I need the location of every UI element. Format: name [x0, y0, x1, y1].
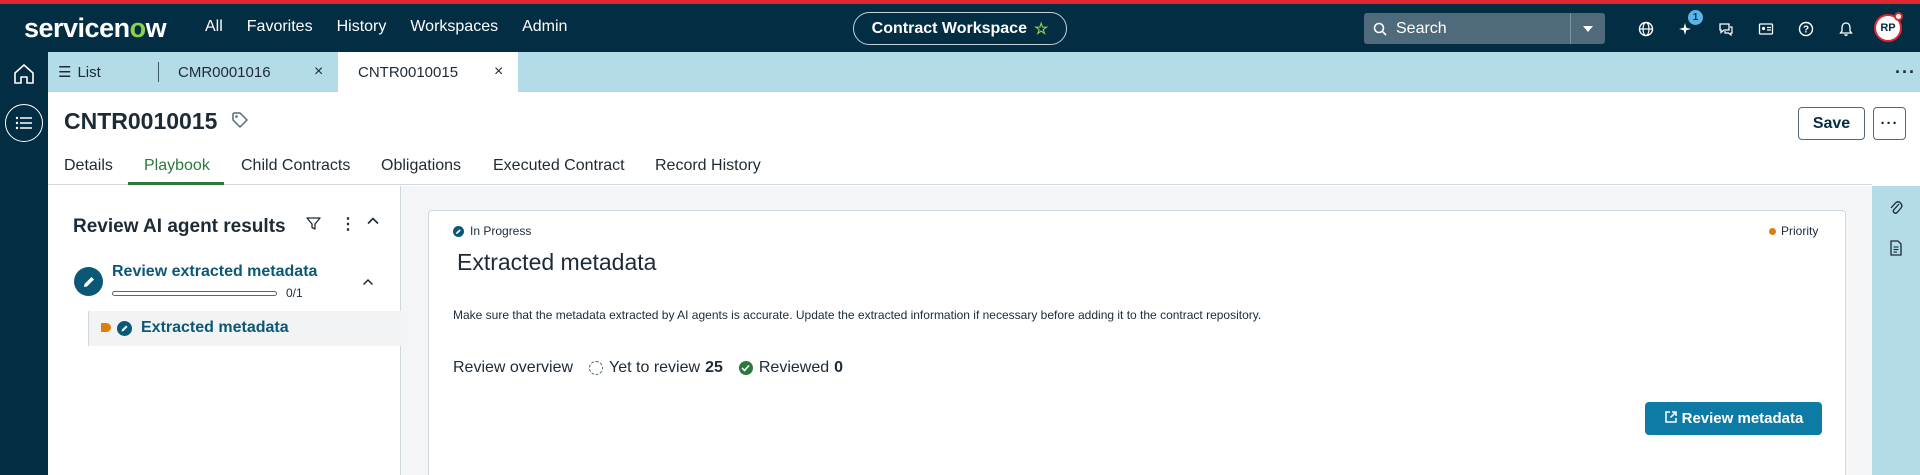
tab-playbook[interactable]: Playbook [144, 157, 210, 175]
record-subtabs: Details Playbook Child Contracts Obligat… [48, 155, 1872, 185]
nav-workspaces[interactable]: Workspaces [410, 18, 498, 36]
filter-icon[interactable] [306, 216, 321, 236]
check-circle-icon [738, 361, 753, 375]
top-navigation-bar: servicenow All Favorites History Workspa… [0, 0, 1920, 52]
close-icon[interactable]: × [494, 63, 503, 81]
global-search[interactable]: Search [1364, 13, 1605, 44]
top-icon-group: 1 ? [1626, 10, 1866, 41]
nav-admin[interactable]: Admin [522, 18, 567, 36]
chevron-up-icon[interactable] [362, 274, 374, 292]
save-button[interactable]: Save [1798, 107, 1865, 140]
workspace-switcher[interactable]: Contract Workspace ☆ [853, 12, 1067, 45]
notification-badge: 1 [1688, 10, 1703, 25]
task-card: In Progress Priority Extracted metadata … [428, 210, 1846, 475]
more-tabs-icon[interactable]: ··· [1895, 62, 1916, 83]
pending-icon [589, 361, 604, 375]
overview-label: Review overview [453, 359, 574, 376]
activity-progress-count: 0/1 [286, 286, 303, 300]
left-rail [0, 52, 48, 475]
chevron-up-icon[interactable] [366, 214, 380, 233]
svg-text:?: ? [1803, 25, 1809, 36]
activity-progress-bar [112, 291, 277, 296]
card-title: Extracted metadata [457, 249, 657, 275]
priority-dot-icon [1769, 227, 1776, 235]
nav-all[interactable]: All [205, 18, 223, 36]
search-scope-dropdown[interactable] [1570, 13, 1605, 44]
tab-divider [158, 62, 159, 82]
reviewed-number: 0 [834, 359, 844, 376]
presence-indicator [1894, 12, 1903, 21]
paperclip-icon[interactable] [1889, 200, 1903, 221]
pending-count: Yet to review 25 [589, 359, 723, 377]
tab-details[interactable]: Details [64, 157, 113, 175]
more-actions-button[interactable]: ··· [1873, 107, 1906, 140]
review-metadata-label: Review metadata [1681, 410, 1804, 427]
task-label: Extracted metadata [141, 319, 289, 336]
logo-text-service: servicen [24, 13, 130, 43]
list-menu-icon[interactable] [5, 104, 43, 142]
globe-icon[interactable] [1626, 17, 1666, 41]
chat-icon[interactable] [1706, 17, 1746, 41]
workspace-label: Contract Workspace [871, 19, 1027, 37]
reviewed-label: Reviewed [758, 359, 830, 376]
tab-executed-contract[interactable]: Executed Contract [493, 157, 625, 175]
card-description: Make sure that the metadata extracted by… [453, 308, 1262, 322]
nav-history[interactable]: History [337, 18, 387, 36]
bell-icon[interactable] [1826, 17, 1866, 41]
tab-obligations[interactable]: Obligations [381, 157, 461, 175]
review-overview: Review overview Yet to review 25 Reviewe… [453, 359, 843, 377]
activity-title[interactable]: Review extracted metadata [112, 263, 317, 281]
search-input[interactable]: Search [1396, 20, 1447, 38]
tab-label: CNTR0010015 [358, 63, 459, 81]
search-icon [1364, 22, 1396, 36]
active-tab-indicator [128, 182, 224, 185]
pending-label: Yet to review [609, 359, 701, 376]
help-icon[interactable]: ? [1786, 17, 1826, 41]
priority-label: Priority [1781, 224, 1819, 238]
caret-down-icon [1583, 25, 1593, 32]
tab-cmr0001016[interactable]: CMR0001016 [178, 52, 271, 92]
tab-record-history[interactable]: Record History [655, 157, 761, 175]
main-menu: All Favorites History Workspaces Admin [205, 18, 591, 36]
tag-icon[interactable] [231, 108, 249, 135]
playbook-panel: Review AI agent results ⋮ Review extract… [48, 186, 401, 475]
sparkle-icon[interactable]: 1 [1666, 10, 1706, 41]
record-title: CNTR0010015 [64, 108, 249, 135]
record-number: CNTR0010015 [64, 108, 218, 134]
star-icon[interactable]: ☆ [1034, 19, 1048, 39]
tab-label: CMR0001016 [178, 63, 271, 81]
logo-text-now: o [129, 13, 147, 43]
in-progress-icon [453, 225, 464, 237]
contact-card-icon[interactable] [1746, 17, 1786, 41]
document-icon[interactable] [1889, 240, 1903, 261]
right-side-rail [1872, 186, 1920, 475]
hamburger-icon: ☰ [58, 64, 72, 81]
tab-child-contracts[interactable]: Child Contracts [241, 157, 350, 175]
kebab-menu-icon[interactable]: ⋮ [340, 214, 356, 234]
close-icon[interactable]: × [314, 52, 323, 92]
record-tab-strip: ☰ List CMR0001016 × CNTR0010015 × ··· [48, 52, 1920, 92]
list-tab-label: List [77, 63, 101, 81]
nav-favorites[interactable]: Favorites [247, 18, 313, 36]
status-label: In Progress [470, 224, 532, 238]
review-metadata-button[interactable]: Review metadata [1645, 402, 1822, 435]
list-tab[interactable]: ☰ List [58, 63, 101, 82]
in-progress-icon [117, 321, 132, 336]
panel-title: Review AI agent results [73, 216, 286, 237]
home-icon[interactable] [12, 63, 36, 90]
priority-flag-icon [101, 323, 111, 332]
tab-cntr0010015[interactable]: CNTR0010015 × [338, 52, 518, 92]
servicenow-logo[interactable]: servicenow [24, 13, 167, 44]
pencil-icon [74, 267, 103, 296]
pending-number: 25 [705, 359, 723, 376]
priority-badge: Priority [1769, 224, 1818, 238]
logo-text-w: w [145, 13, 167, 43]
reviewed-count: Reviewed 0 [738, 359, 844, 377]
task-item-extracted-metadata[interactable]: Extracted metadata [88, 311, 401, 346]
external-link-icon [1664, 410, 1678, 428]
status-badge: In Progress [453, 224, 531, 238]
